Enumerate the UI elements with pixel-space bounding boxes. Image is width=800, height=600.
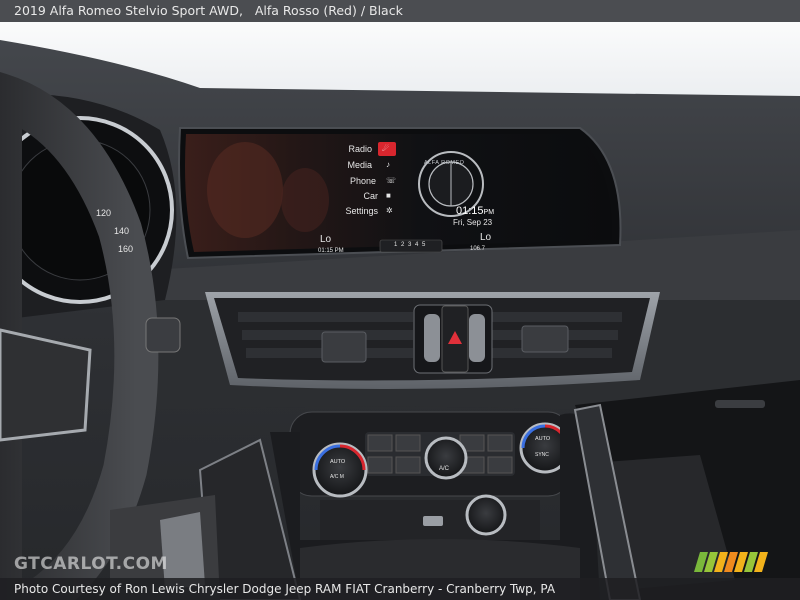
menu-item-radio[interactable]: Radio bbox=[312, 144, 372, 154]
steering-wheel-spoke bbox=[0, 328, 92, 442]
center-fan-knob[interactable] bbox=[424, 436, 468, 480]
left-temperature: Lo bbox=[320, 234, 332, 245]
right-temperature: Lo bbox=[480, 232, 492, 243]
media-icon: ♪ bbox=[386, 160, 390, 169]
preset-numbers[interactable]: 1 2 3 4 5 bbox=[394, 242, 426, 248]
status-time: 01:15 PM bbox=[318, 248, 344, 254]
alfa-logo-text: ALFA ROMEO bbox=[424, 160, 465, 166]
radio-icon: ☄ bbox=[382, 144, 390, 153]
left-knob-sublabel: A/C M bbox=[330, 474, 344, 480]
gauge-tick-140: 140 bbox=[114, 226, 130, 236]
vent-roller-right[interactable] bbox=[469, 314, 485, 362]
glovebox-handle[interactable] bbox=[715, 400, 765, 408]
menu-item-car[interactable]: Car bbox=[318, 191, 378, 201]
left-knob-label: AUTO bbox=[330, 459, 346, 465]
gauge-tick-120: 120 bbox=[96, 208, 112, 218]
right-air-vent[interactable] bbox=[492, 312, 622, 358]
clock-time: 01:15PM bbox=[456, 205, 494, 217]
menu-item-phone[interactable]: Phone bbox=[316, 176, 376, 186]
settings-gear-icon: ✲ bbox=[386, 206, 393, 215]
seat-heat-knob[interactable] bbox=[465, 494, 507, 536]
date-display: Fri, Sep 23 bbox=[453, 218, 493, 227]
photo-credit: Photo Courtesy of Ron Lewis Chrysler Dod… bbox=[0, 578, 800, 600]
screen-reflection bbox=[207, 142, 283, 238]
phone-icon: ☏ bbox=[386, 176, 397, 185]
dashboard-photo bbox=[0, 0, 800, 600]
vehicle-title: 2019 Alfa Romeo Stelvio Sport AWD, bbox=[14, 3, 243, 18]
gauge-tick-160: 160 bbox=[118, 244, 134, 254]
menu-item-media[interactable]: Media bbox=[312, 160, 372, 170]
right-knob-label: AUTO bbox=[535, 436, 551, 442]
usb-port-icon[interactable] bbox=[423, 516, 443, 526]
vehicle-color: Alfa Rosso (Red) / Black bbox=[254, 3, 403, 18]
menu-item-settings[interactable]: Settings bbox=[318, 206, 378, 216]
left-air-vent[interactable] bbox=[238, 312, 413, 363]
car-icon: ■ bbox=[386, 191, 391, 200]
clock-value: 01:15 bbox=[456, 205, 484, 217]
left-temp-knob[interactable] bbox=[312, 442, 368, 498]
center-knob-label: A/C bbox=[439, 466, 450, 472]
gtcarlot-watermark: GTCARLOT.COM bbox=[14, 554, 168, 574]
radio-frequency: 106.7 bbox=[470, 246, 486, 252]
paddle-shifter[interactable] bbox=[145, 317, 181, 353]
vent-roller-left[interactable] bbox=[424, 314, 440, 362]
right-knob-sublabel: SYNC bbox=[535, 452, 549, 458]
top-caption-bar: 2019 Alfa Romeo Stelvio Sport AWD, Alfa … bbox=[0, 0, 800, 22]
clock-suffix: PM bbox=[483, 209, 495, 216]
photo-scene: Radio Media Phone Car Settings ☄ ♪ ☏ ■ ✲… bbox=[0, 0, 800, 600]
